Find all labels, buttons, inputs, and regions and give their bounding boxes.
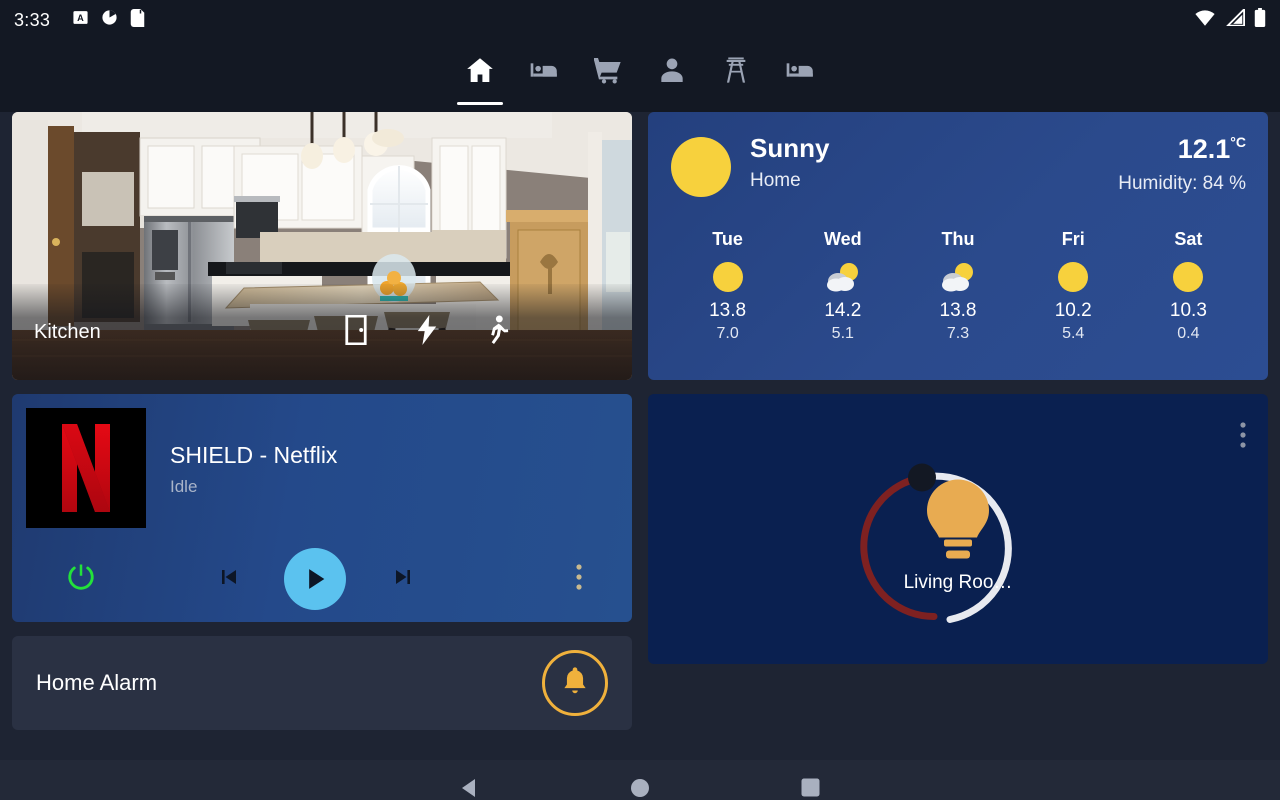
status-bar-system-icons bbox=[1194, 7, 1266, 32]
forecast-day-name: Sat bbox=[1174, 229, 1203, 249]
forecast-day-name: Wed bbox=[823, 229, 862, 249]
tab-person[interactable] bbox=[647, 45, 697, 107]
forecast-high: 13.8 bbox=[939, 300, 977, 321]
sunny-icon bbox=[670, 136, 732, 203]
media-header: SHIELD - Netflix Idle bbox=[26, 408, 618, 528]
camera-card-kitchen[interactable]: Kitchen bbox=[12, 112, 632, 380]
weather-location: Home bbox=[750, 169, 801, 191]
power-icon[interactable] bbox=[66, 562, 96, 597]
top-tab-bar bbox=[0, 40, 1280, 112]
home-circle-icon bbox=[630, 778, 650, 800]
forecast-low: 5.1 bbox=[831, 325, 854, 342]
light-card-living-room[interactable]: Living Roo… bbox=[648, 394, 1268, 664]
play-button[interactable] bbox=[284, 548, 346, 610]
weather-humidity: Humidity: 84 % bbox=[1118, 173, 1246, 194]
alarm-card[interactable]: Home Alarm bbox=[12, 636, 632, 730]
forecast-low: 0.4 bbox=[1177, 325, 1200, 342]
weather-temperature-value: 12.1 bbox=[1177, 134, 1231, 164]
weather-temperature: 12.1°C bbox=[1118, 134, 1246, 165]
alarm-arm-button[interactable] bbox=[542, 650, 608, 716]
forecast-day: Fri 10.2 5.4 bbox=[1016, 229, 1131, 343]
forecast-high: 13.8 bbox=[709, 300, 747, 321]
forecast-low: 5.4 bbox=[1062, 325, 1085, 342]
partly-cloudy-icon bbox=[900, 258, 1015, 296]
home-icon bbox=[464, 54, 496, 91]
forecast-high: 10.2 bbox=[1054, 300, 1092, 321]
status-bar-notification-icons: A bbox=[72, 8, 145, 32]
camera-entity-icons bbox=[342, 314, 610, 350]
forecast-day-name: Tue bbox=[712, 229, 743, 249]
back-triangle-icon bbox=[459, 777, 481, 800]
motion-walk-icon[interactable] bbox=[484, 314, 510, 350]
sunny-icon bbox=[1016, 258, 1131, 296]
recents-square-icon bbox=[801, 778, 820, 800]
notification-a-icon: A bbox=[72, 9, 89, 31]
forecast-low: 7.0 bbox=[716, 325, 739, 342]
tab-shopping[interactable] bbox=[583, 45, 633, 107]
bed-icon bbox=[528, 54, 560, 91]
person-icon bbox=[656, 54, 688, 91]
android-nav-bar bbox=[0, 760, 1280, 800]
more-vertical-icon[interactable] bbox=[576, 563, 582, 595]
status-bar: 3:33 A bbox=[0, 0, 1280, 40]
forecast-day-name: Fri bbox=[1061, 229, 1085, 249]
forecast-high: 14.2 bbox=[824, 300, 862, 321]
status-bar-clock: 3:33 bbox=[14, 9, 51, 30]
tab-bedroom-2[interactable] bbox=[775, 45, 825, 107]
svg-text:A: A bbox=[77, 13, 84, 23]
tab-active-indicator bbox=[457, 102, 503, 105]
tab-energy[interactable] bbox=[711, 45, 761, 107]
door-icon[interactable] bbox=[342, 314, 370, 350]
media-controls bbox=[26, 548, 618, 610]
bell-icon bbox=[561, 666, 589, 701]
bed-icon bbox=[784, 54, 816, 91]
media-player-card[interactable]: SHIELD - Netflix Idle bbox=[12, 394, 632, 622]
alarm-title: Home Alarm bbox=[36, 670, 158, 695]
wifi-icon bbox=[1194, 9, 1216, 31]
camera-overlay: Kitchen bbox=[12, 284, 632, 380]
transmission-tower-icon bbox=[720, 54, 752, 91]
pie-chart-icon bbox=[101, 9, 118, 31]
brightness-dial[interactable] bbox=[838, 412, 1078, 647]
forecast-day: Thu 13.8 7.3 bbox=[900, 229, 1015, 343]
flash-icon[interactable] bbox=[414, 314, 440, 350]
tab-home[interactable] bbox=[455, 45, 505, 107]
battery-icon bbox=[1254, 8, 1266, 32]
nav-home-button[interactable] bbox=[555, 778, 725, 800]
cart-icon bbox=[592, 54, 624, 91]
weather-card[interactable]: Sunny Home 12.1°C Humidity: 84 % Tue 13.… bbox=[648, 112, 1268, 380]
media-metadata: SHIELD - Netflix Idle bbox=[170, 408, 337, 528]
camera-title: Kitchen bbox=[34, 320, 101, 343]
forecast-day: Sat 10.3 0.4 bbox=[1131, 229, 1246, 343]
forecast-day: Wed 14.2 5.1 bbox=[785, 229, 900, 343]
media-state: Idle bbox=[170, 477, 198, 496]
skip-next-icon[interactable] bbox=[392, 565, 416, 594]
sd-card-icon bbox=[130, 8, 145, 32]
weather-condition-block: Sunny Home bbox=[750, 133, 830, 192]
netflix-logo bbox=[26, 408, 146, 528]
more-vertical-icon[interactable] bbox=[1240, 422, 1246, 453]
forecast-low: 7.3 bbox=[946, 325, 970, 342]
weather-condition: Sunny bbox=[750, 133, 830, 163]
nav-back-button[interactable] bbox=[385, 777, 555, 800]
weather-forecast: Tue 13.8 7.0 Wed 14.2 5.1 Thu 13.8 7.3 F… bbox=[670, 229, 1246, 343]
weather-temperature-unit: °C bbox=[1230, 134, 1246, 150]
tab-bedroom[interactable] bbox=[519, 45, 569, 107]
dashboard-grid: Kitchen Sunny Home 12.1°C Humidity: 84 %… bbox=[0, 112, 1280, 760]
media-title: SHIELD - Netflix bbox=[170, 442, 338, 468]
weather-current: Sunny Home 12.1°C Humidity: 84 % bbox=[670, 133, 1246, 203]
sunny-icon bbox=[1131, 258, 1246, 296]
forecast-high: 10.3 bbox=[1169, 300, 1207, 321]
forecast-day: Tue 13.8 7.0 bbox=[670, 229, 785, 343]
weather-readings: 12.1°C Humidity: 84 % bbox=[1118, 134, 1246, 195]
sunny-icon bbox=[670, 258, 785, 296]
partly-cloudy-icon bbox=[785, 258, 900, 296]
forecast-day-name: Thu bbox=[941, 229, 975, 249]
light-name: Living Roo… bbox=[903, 572, 1013, 593]
cellular-signal-icon bbox=[1225, 7, 1245, 31]
skip-previous-icon[interactable] bbox=[216, 565, 240, 594]
nav-recents-button[interactable] bbox=[725, 778, 895, 800]
